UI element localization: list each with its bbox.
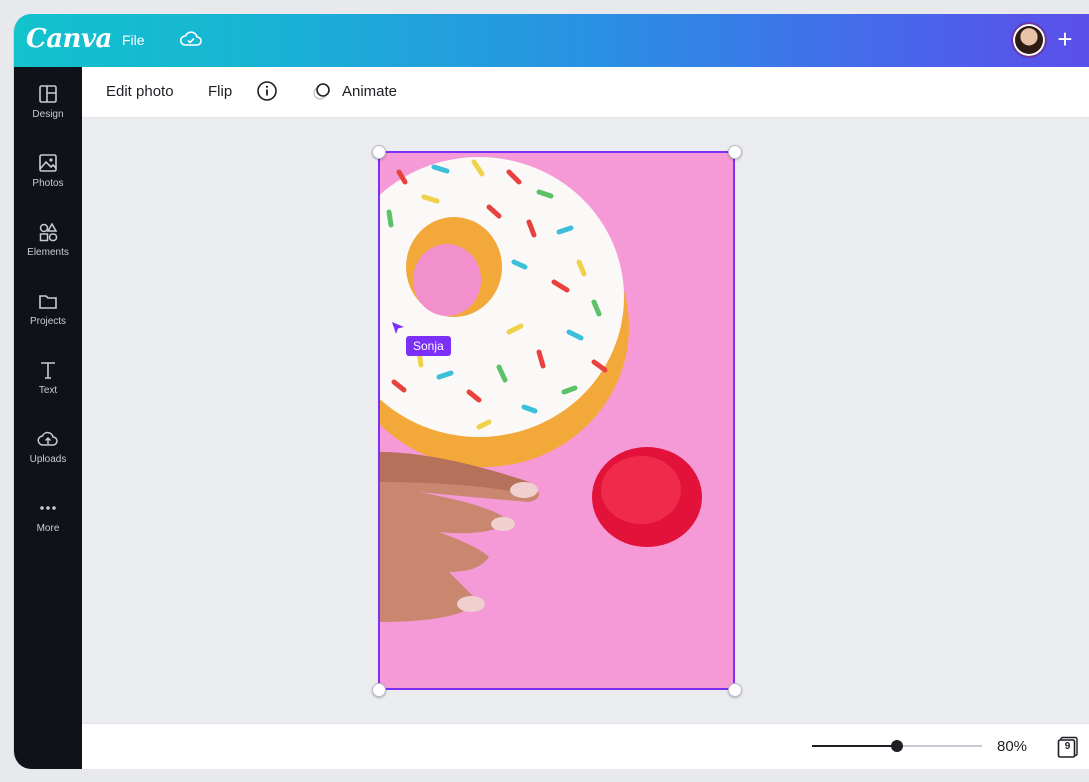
collaborator-name-tag: Sonja xyxy=(406,336,451,356)
zoom-slider[interactable] xyxy=(812,740,982,752)
zoom-slider-fill xyxy=(812,745,897,747)
animate-icon[interactable] xyxy=(311,80,333,102)
layout-icon xyxy=(39,85,57,103)
flip-button[interactable]: Flip xyxy=(208,83,232,100)
sidebar-item-more[interactable]: More xyxy=(14,497,82,559)
resize-handle-bottom-left[interactable] xyxy=(372,683,386,697)
sidebar-item-label: Elements xyxy=(27,247,69,258)
page-count: 9 xyxy=(1064,741,1071,752)
canva-logo[interactable]: Canva xyxy=(26,24,112,54)
sidebar-item-photos[interactable]: Photos xyxy=(14,152,82,214)
sidebar-item-design[interactable]: Design xyxy=(14,83,82,145)
app-window: Canva File + Design Photos Elements Proj… xyxy=(13,14,1089,769)
left-sidebar: Design Photos Elements Projects Text Upl… xyxy=(14,67,82,769)
sidebar-item-uploads[interactable]: Uploads xyxy=(14,428,82,490)
zoom-percentage[interactable]: 80% xyxy=(997,738,1027,755)
bottom-bar: 80% 9 xyxy=(82,723,1089,769)
more-icon xyxy=(40,506,56,510)
animate-button[interactable]: Animate xyxy=(342,83,397,100)
app-frame: Canva File + Design Photos Elements Proj… xyxy=(0,0,1089,782)
design-canvas[interactable]: Sonja xyxy=(82,118,1089,723)
context-toolbar: Edit photo Flip Animate xyxy=(82,67,1089,118)
sidebar-item-label: Design xyxy=(32,109,64,120)
resize-handle-top-left[interactable] xyxy=(372,145,386,159)
zoom-slider-handle[interactable] xyxy=(891,740,903,752)
upload-cloud-icon xyxy=(37,431,58,446)
collaborator-cursor-icon xyxy=(392,322,404,334)
photo-illustration xyxy=(379,152,734,689)
resize-handle-bottom-right[interactable] xyxy=(728,683,742,697)
sidebar-item-label: Uploads xyxy=(29,454,67,465)
resize-handle-top-right[interactable] xyxy=(728,145,742,159)
shapes-icon xyxy=(39,222,58,242)
edit-photo-button[interactable]: Edit photo xyxy=(106,83,174,100)
sidebar-item-text[interactable]: Text xyxy=(14,359,82,421)
sidebar-item-label: Photos xyxy=(32,178,64,189)
cloud-saved-icon[interactable] xyxy=(179,29,203,49)
add-collaborator-button[interactable]: + xyxy=(1050,24,1080,54)
sidebar-item-elements[interactable]: Elements xyxy=(14,221,82,283)
image-icon xyxy=(39,154,57,172)
user-avatar[interactable] xyxy=(1011,22,1047,58)
top-bar: Canva File + xyxy=(14,14,1089,67)
text-icon xyxy=(41,362,55,379)
info-icon[interactable] xyxy=(256,80,278,102)
folder-icon xyxy=(39,295,57,309)
sidebar-item-projects[interactable]: Projects xyxy=(14,290,82,352)
sidebar-item-label: More xyxy=(36,523,60,534)
sidebar-item-label: Projects xyxy=(29,316,67,327)
donut-photo[interactable] xyxy=(379,152,734,689)
sidebar-item-label: Text xyxy=(38,385,58,396)
file-menu-button[interactable]: File xyxy=(122,32,145,48)
